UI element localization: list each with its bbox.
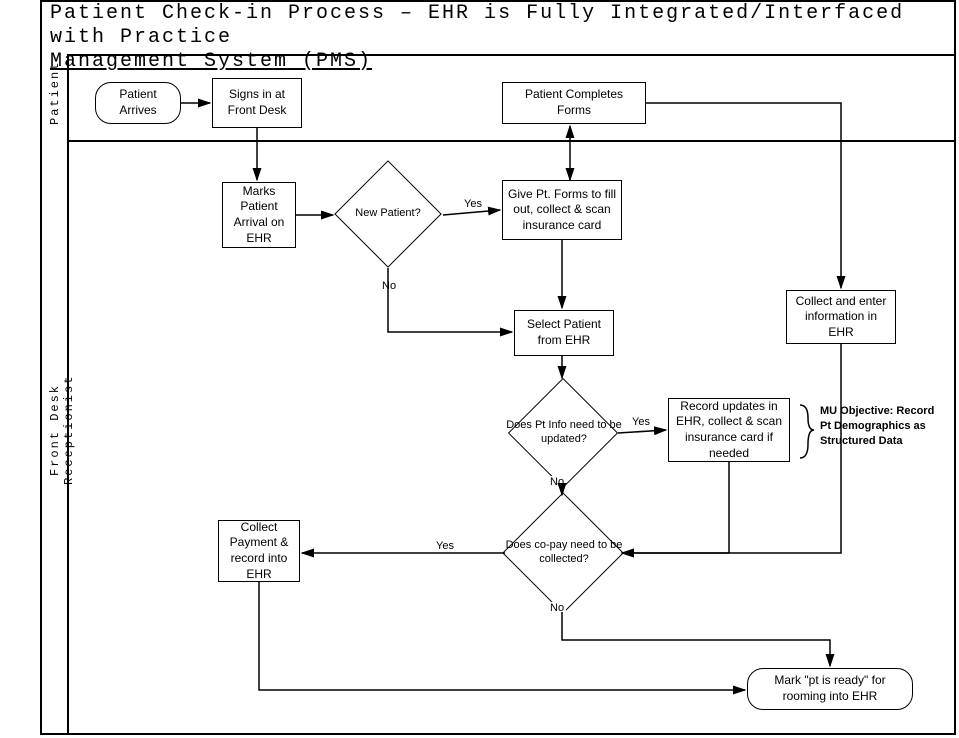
node-mark-ready: Mark "pt is ready" for rooming into EHR [747, 668, 913, 710]
node-collect-payment: Collect Payment & record into EHR [218, 520, 300, 582]
label-yes-need-update: Yes [630, 416, 652, 428]
node-patient-arrives: Patient Arrives [95, 82, 181, 124]
node-completes-forms: Patient Completes Forms [502, 82, 646, 124]
diagram-canvas: Patient Check-in Process – EHR is Fully … [0, 0, 959, 738]
diagram-title: Patient Check-in Process – EHR is Fully … [50, 2, 950, 50]
lane-label-patient: Patient [48, 80, 62, 125]
title-line-2: Management System (PMS) [50, 50, 372, 73]
node-collect-enter: Collect and enter information in EHR [786, 290, 896, 344]
title-line-1: Patient Check-in Process – EHR is Fully … [50, 2, 904, 49]
lane-label-fdr: Front Desk Receptionist [48, 360, 76, 500]
label-no-copay: No [548, 602, 566, 614]
node-marks-arrival: Marks Patient Arrival on EHR [222, 182, 296, 248]
lane-separator [69, 140, 956, 142]
label-yes-copay: Yes [434, 540, 456, 552]
label-yes-new-patient: Yes [462, 198, 484, 210]
node-signs-in: Signs in at Front Desk [212, 78, 302, 128]
node-give-forms: Give Pt. Forms to fill out, collect & sc… [502, 180, 622, 240]
note-mu-objective: MU Objective: Record Pt Demographics as … [820, 404, 938, 449]
label-no-new-patient: No [380, 280, 398, 292]
label-no-need-update: No [548, 476, 566, 488]
node-record-updates: Record updates in EHR, collect & scan in… [668, 398, 790, 462]
node-select-patient: Select Patient from EHR [514, 310, 614, 356]
